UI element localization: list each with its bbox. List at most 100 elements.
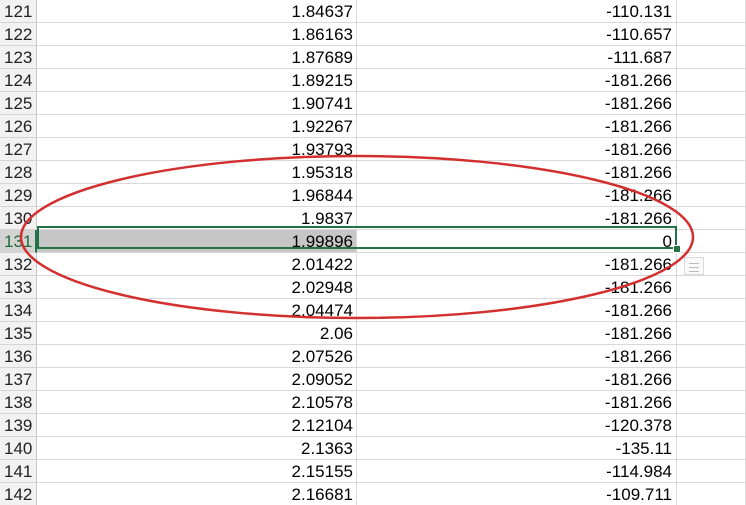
table-row: 125 1.90741 -181.266 (0, 92, 746, 115)
table-row: 129 1.96844 -181.266 (0, 184, 746, 207)
cell-col-c[interactable] (677, 460, 746, 483)
cell-col-a[interactable]: 2.06 (37, 322, 357, 345)
cell-col-b[interactable]: -181.266 (357, 115, 677, 138)
row-header[interactable]: 121 (0, 0, 37, 23)
cell-col-a[interactable]: 2.15155 (37, 460, 357, 483)
table-row: 135 2.06 -181.266 (0, 322, 746, 345)
cell-col-a[interactable]: 2.10578 (37, 391, 357, 414)
row-header[interactable]: 128 (0, 161, 37, 184)
cell-col-b[interactable]: -181.266 (357, 138, 677, 161)
row-header[interactable]: 126 (0, 115, 37, 138)
cell-col-a[interactable]: 1.9837 (37, 207, 357, 230)
table-row: 134 2.04474 -181.266 (0, 299, 746, 322)
cell-col-c[interactable] (677, 138, 746, 161)
cell-col-b[interactable]: -110.131 (357, 0, 677, 23)
cell-col-b[interactable]: -181.266 (357, 322, 677, 345)
cell-col-c[interactable] (677, 184, 746, 207)
cell-col-b[interactable]: -181.266 (357, 276, 677, 299)
cell-col-a[interactable]: 1.92267 (37, 115, 357, 138)
cell-col-a[interactable]: 2.07526 (37, 345, 357, 368)
cell-col-b[interactable]: 0 (357, 230, 677, 253)
cell-col-a[interactable]: 1.95318 (37, 161, 357, 184)
row-header[interactable]: 135 (0, 322, 37, 345)
cell-col-a[interactable]: 2.02948 (37, 276, 357, 299)
cell-col-b[interactable]: -181.266 (357, 184, 677, 207)
cell-col-b[interactable]: -109.711 (357, 483, 677, 505)
cell-col-c[interactable] (677, 115, 746, 138)
cell-col-a[interactable]: 2.04474 (37, 299, 357, 322)
cell-col-c[interactable] (677, 23, 746, 46)
row-header[interactable]: 130 (0, 207, 37, 230)
row-header[interactable]: 134 (0, 299, 37, 322)
cell-col-c[interactable] (677, 391, 746, 414)
row-header[interactable]: 131 (0, 230, 37, 253)
cell-col-a[interactable]: 1.93793 (37, 138, 357, 161)
row-header[interactable]: 127 (0, 138, 37, 161)
row-header[interactable]: 140 (0, 437, 37, 460)
cell-col-b[interactable]: -181.266 (357, 299, 677, 322)
cell-col-c[interactable] (677, 46, 746, 69)
fill-handle-icon[interactable] (673, 245, 681, 253)
cell-col-c[interactable] (677, 414, 746, 437)
cell-col-c[interactable] (677, 92, 746, 115)
cell-col-b[interactable]: -181.266 (357, 92, 677, 115)
table-row: 131 1.99896 0 (0, 230, 746, 253)
cell-col-b[interactable]: -111.687 (357, 46, 677, 69)
cell-col-a[interactable]: 2.12104 (37, 414, 357, 437)
cell-col-c[interactable] (677, 299, 746, 322)
cell-col-b[interactable]: -181.266 (357, 207, 677, 230)
cell-col-a[interactable]: 1.96844 (37, 184, 357, 207)
cell-col-a[interactable]: 1.99896 (37, 230, 357, 253)
row-header[interactable]: 123 (0, 46, 37, 69)
cell-col-c[interactable] (677, 368, 746, 391)
row-header[interactable]: 129 (0, 184, 37, 207)
cell-col-a[interactable]: 2.16681 (37, 483, 357, 505)
table-row: 138 2.10578 -181.266 (0, 391, 746, 414)
row-header[interactable]: 138 (0, 391, 37, 414)
cell-col-b[interactable]: -181.266 (357, 345, 677, 368)
cell-col-a[interactable]: 2.09052 (37, 368, 357, 391)
row-header[interactable]: 142 (0, 483, 37, 505)
row-header[interactable]: 133 (0, 276, 37, 299)
cell-col-c[interactable] (677, 0, 746, 23)
row-header[interactable]: 136 (0, 345, 37, 368)
cell-col-a[interactable]: 1.84637 (37, 0, 357, 23)
row-header[interactable]: 139 (0, 414, 37, 437)
cell-col-b[interactable]: -181.266 (357, 69, 677, 92)
table-row: 122 1.86163 -110.657 (0, 23, 746, 46)
cell-col-a[interactable]: 1.90741 (37, 92, 357, 115)
cell-col-c[interactable] (677, 207, 746, 230)
cell-col-b[interactable]: -181.266 (357, 391, 677, 414)
spreadsheet-grid[interactable]: 121 1.84637 -110.131 122 1.86163 -110.657 123 1… (0, 0, 746, 505)
table-row: 127 1.93793 -181.266 (0, 138, 746, 161)
cell-col-c[interactable] (677, 437, 746, 460)
cell-col-b[interactable]: -114.984 (357, 460, 677, 483)
cell-col-c[interactable] (677, 322, 746, 345)
row-header[interactable]: 141 (0, 460, 37, 483)
table-row: 139 2.12104 -120.378 (0, 414, 746, 437)
cell-col-c[interactable] (677, 483, 746, 505)
cell-col-b[interactable]: -120.378 (357, 414, 677, 437)
row-header[interactable]: 125 (0, 92, 37, 115)
cell-col-c[interactable] (677, 345, 746, 368)
cell-col-a[interactable]: 1.89215 (37, 69, 357, 92)
cell-col-b[interactable]: -181.266 (357, 368, 677, 391)
row-header[interactable]: 122 (0, 23, 37, 46)
row-header[interactable]: 137 (0, 368, 37, 391)
cell-col-b[interactable]: -110.657 (357, 23, 677, 46)
cell-col-c[interactable] (677, 276, 746, 299)
table-row: 121 1.84637 -110.131 (0, 0, 746, 23)
cell-col-b[interactable]: -181.266 (357, 161, 677, 184)
cell-col-a[interactable]: 1.86163 (37, 23, 357, 46)
row-header[interactable]: 132 (0, 253, 37, 276)
cell-col-a[interactable]: 2.01422 (37, 253, 357, 276)
cell-col-a[interactable]: 2.1363 (37, 437, 357, 460)
quick-analysis-icon[interactable] (684, 257, 704, 275)
cell-col-b[interactable]: -181.266 (357, 253, 677, 276)
row-header[interactable]: 124 (0, 69, 37, 92)
cell-col-b[interactable]: -135.11 (357, 437, 677, 460)
cell-col-c[interactable] (677, 161, 746, 184)
cell-col-c[interactable] (677, 230, 746, 253)
cell-col-a[interactable]: 1.87689 (37, 46, 357, 69)
cell-col-c[interactable] (677, 69, 746, 92)
